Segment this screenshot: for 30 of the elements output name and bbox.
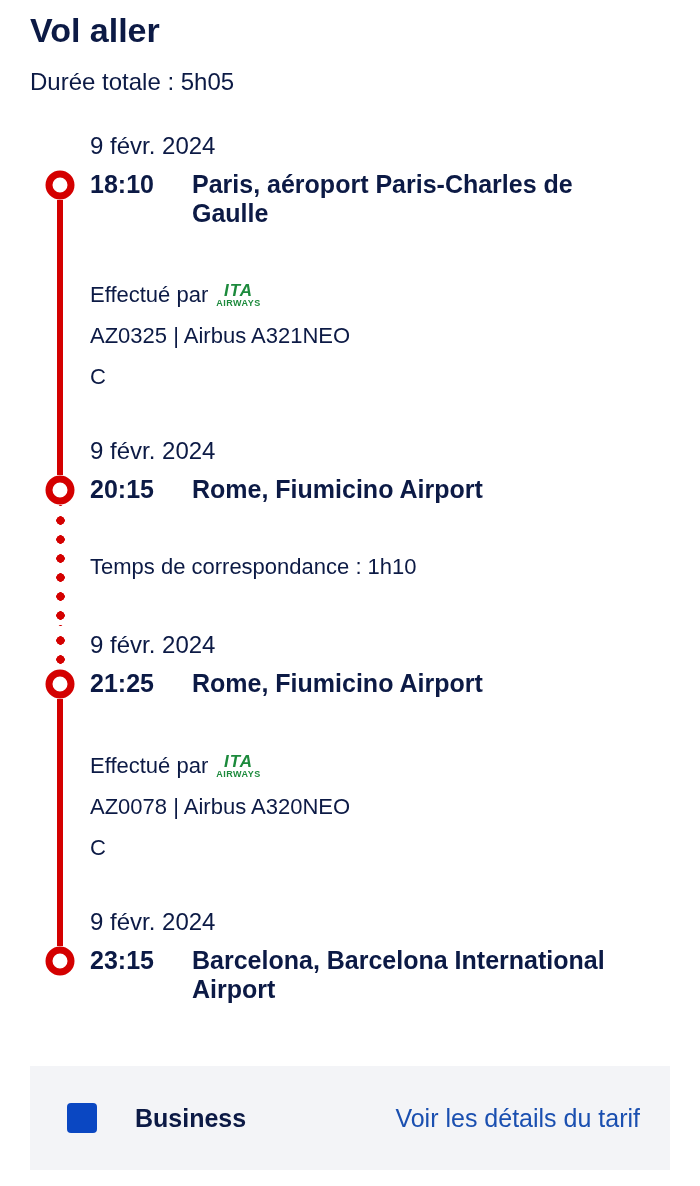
operated-by-label: Effectué par [90, 281, 209, 309]
flight-date: 9 févr. 2024 [90, 131, 217, 161]
airport-name: Barcelona, Barcelona International Airport [192, 946, 606, 1004]
airline-logo: ITA AIRWAYS [216, 281, 261, 308]
flight-date: 9 févr. 2024 [90, 907, 217, 937]
total-duration: Durée totale : 5h05 [30, 67, 236, 97]
stop-marker-icon [45, 170, 75, 200]
flight-date: 9 févr. 2024 [90, 436, 217, 466]
operated-by-label: Effectué par [90, 752, 209, 780]
departure-time: 18:10 [90, 170, 155, 200]
fare-details-link[interactable]: Voir les détails du tarif [395, 1103, 640, 1133]
departure-time: 20:15 [90, 475, 155, 505]
flight-details: AZ0078 | Airbus A320NEO [90, 793, 352, 821]
airline-logo: ITA AIRWAYS [216, 752, 261, 779]
connection-time: Temps de correspondance : 1h10 [90, 553, 418, 581]
stop-marker-icon [45, 475, 75, 505]
cabin-class: C [90, 363, 107, 391]
departure-time: 23:15 [90, 946, 155, 976]
fare-cabin: Business [135, 1103, 247, 1133]
flight-date: 9 févr. 2024 [90, 630, 217, 660]
airport-name: Rome, Fiumicino Airport [192, 475, 484, 505]
airport-name: Rome, Fiumicino Airport [192, 669, 484, 699]
departure-time: 21:25 [90, 669, 155, 699]
stop-marker-icon [45, 669, 75, 699]
cabin-square-icon [67, 1103, 97, 1133]
flight-details: AZ0325 | Airbus A321NEO [90, 322, 352, 350]
cabin-class: C [90, 834, 107, 862]
airport-name: Paris, aéroport Paris-Charles de Gaulle [192, 170, 574, 228]
stop-marker-icon [45, 946, 75, 976]
page-title: Vol aller [30, 10, 161, 51]
